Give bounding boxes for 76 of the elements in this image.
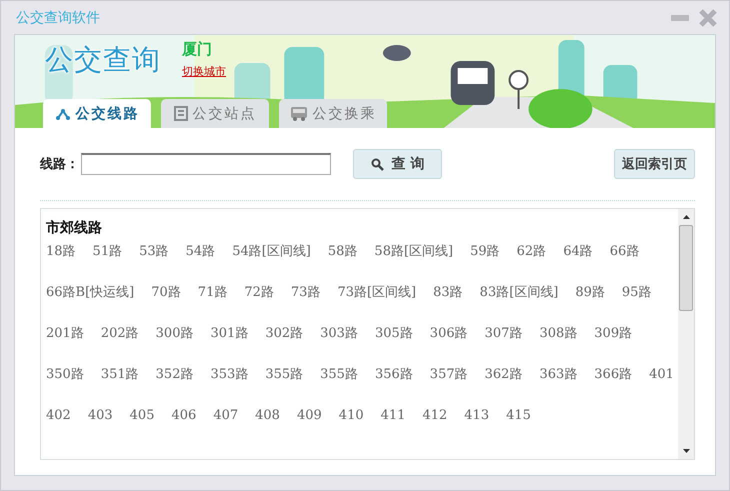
search-button[interactable]: 查 询 xyxy=(353,149,442,179)
app-logo-title: 公交查询 xyxy=(45,42,161,78)
route-link[interactable]: 64路 xyxy=(563,231,593,272)
route-link[interactable]: 401 xyxy=(649,354,674,395)
route-link[interactable]: 59路 xyxy=(470,231,500,272)
route-link[interactable]: 73路 xyxy=(290,272,320,313)
route-link[interactable]: 62路 xyxy=(516,231,546,272)
route-icon xyxy=(54,108,70,120)
route-link[interactable]: 53路 xyxy=(139,231,169,272)
route-link[interactable]: 306路 xyxy=(430,313,468,354)
route-link[interactable]: 66路 xyxy=(610,231,640,272)
route-link[interactable]: 403 xyxy=(88,395,113,436)
route-link[interactable]: 54路 xyxy=(186,231,216,272)
route-link[interactable]: 308路 xyxy=(539,313,578,354)
city-name: 厦门 xyxy=(182,40,212,59)
route-label: 线路： xyxy=(40,156,79,173)
route-link[interactable]: 351路 xyxy=(100,354,139,395)
route-link[interactable]: 415 xyxy=(506,395,531,436)
route-link[interactable]: 89路 xyxy=(575,272,605,313)
route-link[interactable]: 307路 xyxy=(484,313,522,354)
route-link[interactable]: 66路B[快运线] xyxy=(46,272,134,313)
route-link[interactable]: 70路 xyxy=(151,272,181,313)
route-input-field[interactable] xyxy=(81,153,331,175)
route-link[interactable]: 406 xyxy=(171,395,196,436)
scroll-thumb[interactable] xyxy=(679,225,693,311)
route-link[interactable]: 405 xyxy=(130,395,154,436)
route-link[interactable]: 355路 xyxy=(265,354,304,395)
route-link[interactable]: 71路 xyxy=(198,272,228,313)
route-link[interactable]: 83路 xyxy=(433,272,463,313)
route-link[interactable]: 407 xyxy=(213,395,238,436)
route-link[interactable]: 355路 xyxy=(320,354,358,395)
route-link[interactable]: 201路 xyxy=(46,313,84,354)
route-link[interactable]: 410 xyxy=(338,395,364,436)
window-title: 公交查询软件 xyxy=(16,8,100,26)
scroll-up-icon[interactable] xyxy=(682,215,690,219)
route-link[interactable]: 302路 xyxy=(265,313,304,354)
route-link[interactable]: 352路 xyxy=(156,354,194,395)
route-link[interactable]: 409 xyxy=(296,395,322,436)
route-link[interactable]: 58路 xyxy=(328,231,358,272)
tab[interactable]: 公交站点 xyxy=(161,99,269,128)
scrollbar[interactable] xyxy=(678,209,694,459)
route-link[interactable]: 353路 xyxy=(210,354,248,395)
route-link[interactable]: 300路 xyxy=(156,313,194,354)
route-link[interactable]: 412 xyxy=(422,395,448,436)
bus-icon xyxy=(290,106,308,121)
section-heading: 市郊线路 xyxy=(46,219,103,237)
route-link[interactable]: 356路 xyxy=(374,354,413,395)
route-link[interactable]: 303路 xyxy=(320,313,358,354)
route-link[interactable]: 58路[区间线] xyxy=(374,231,454,272)
route-link[interactable]: 413 xyxy=(464,395,490,436)
route-link[interactable]: 309路 xyxy=(594,313,632,354)
tab[interactable]: 公交换乘 xyxy=(279,99,387,128)
route-link[interactable]: 411 xyxy=(380,395,406,436)
tab[interactable]: 公交线路 xyxy=(43,99,151,128)
route-link[interactable]: 54路[区间线] xyxy=(232,231,311,272)
route-link[interactable]: 301路 xyxy=(210,313,248,354)
route-link[interactable]: 366路 xyxy=(594,354,632,395)
route-link[interactable]: 350路 xyxy=(46,354,84,395)
search-icon xyxy=(370,158,384,170)
route-link[interactable]: 357路 xyxy=(430,354,468,395)
route-link[interactable]: 408 xyxy=(255,395,280,436)
route-link[interactable]: 362路 xyxy=(484,354,522,395)
switch-city-link[interactable]: 切换城市 xyxy=(182,64,226,79)
stop-icon xyxy=(174,106,188,121)
route-link[interactable]: 402 xyxy=(46,395,71,436)
route-link[interactable]: 72路 xyxy=(244,272,274,313)
route-link[interactable]: 73路[区间线] xyxy=(337,272,416,313)
route-link[interactable]: 83路[区间线] xyxy=(480,272,558,313)
back-to-index-button[interactable]: 返回索引页 xyxy=(614,149,695,179)
close-icon[interactable] xyxy=(699,8,717,26)
route-link[interactable]: 305路 xyxy=(374,313,413,354)
route-link[interactable]: 363路 xyxy=(539,354,578,395)
scroll-down-icon[interactable] xyxy=(682,449,690,453)
minimize-icon[interactable] xyxy=(671,14,689,20)
route-link[interactable]: 95路 xyxy=(622,272,652,313)
route-link[interactable]: 202路 xyxy=(100,313,139,354)
